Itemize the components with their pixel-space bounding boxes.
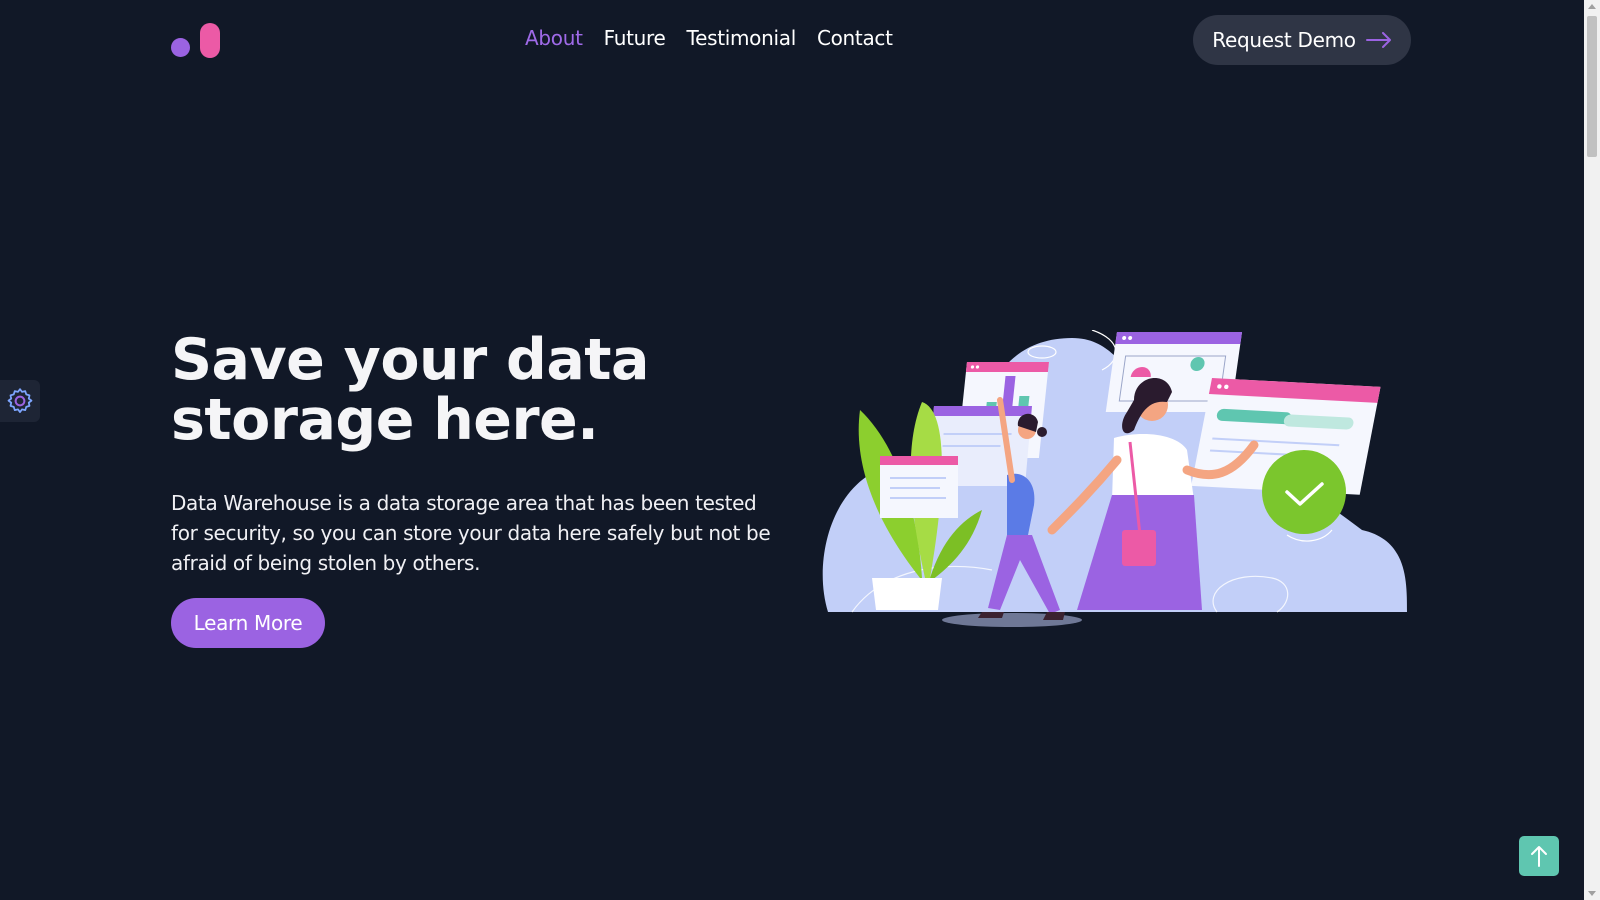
scroll-to-top-button[interactable] [1519,836,1559,876]
main-nav: About Future Testimonial Contact [525,26,893,50]
gear-icon [7,388,33,413]
arrow-up-icon [1531,846,1547,867]
request-demo-label: Request Demo [1212,28,1356,52]
woman-with-data-screens-illustration [822,330,1407,627]
arrow-right-icon [1365,32,1391,48]
hero-title: Save your data storage here. [171,330,731,450]
nav-testimonial[interactable]: Testimonial [687,26,797,50]
hero-description: Data Warehouse is a data storage area th… [171,491,771,575]
request-demo-button[interactable]: Request Demo [1193,15,1411,65]
brand-logo[interactable] [171,22,223,60]
hero-title-line1: Save your data [171,327,650,393]
learn-more-button[interactable]: Learn More [171,598,325,648]
scrollbar-thumb[interactable] [1587,16,1597,157]
hero-title-line2: storage here. [171,387,599,453]
page: About Future Testimonial Contact Request… [0,0,1584,900]
nav-about[interactable]: About [525,26,583,50]
logo-pill [200,23,220,58]
logo-dot [171,38,190,57]
nav-future[interactable]: Future [604,26,666,50]
scroll-down-arrow[interactable] [1588,891,1596,896]
page-scrollbar[interactable] [1584,0,1600,900]
nav-contact[interactable]: Contact [817,26,893,50]
settings-panel-toggle[interactable] [0,380,40,422]
scroll-up-arrow[interactable] [1588,4,1596,9]
